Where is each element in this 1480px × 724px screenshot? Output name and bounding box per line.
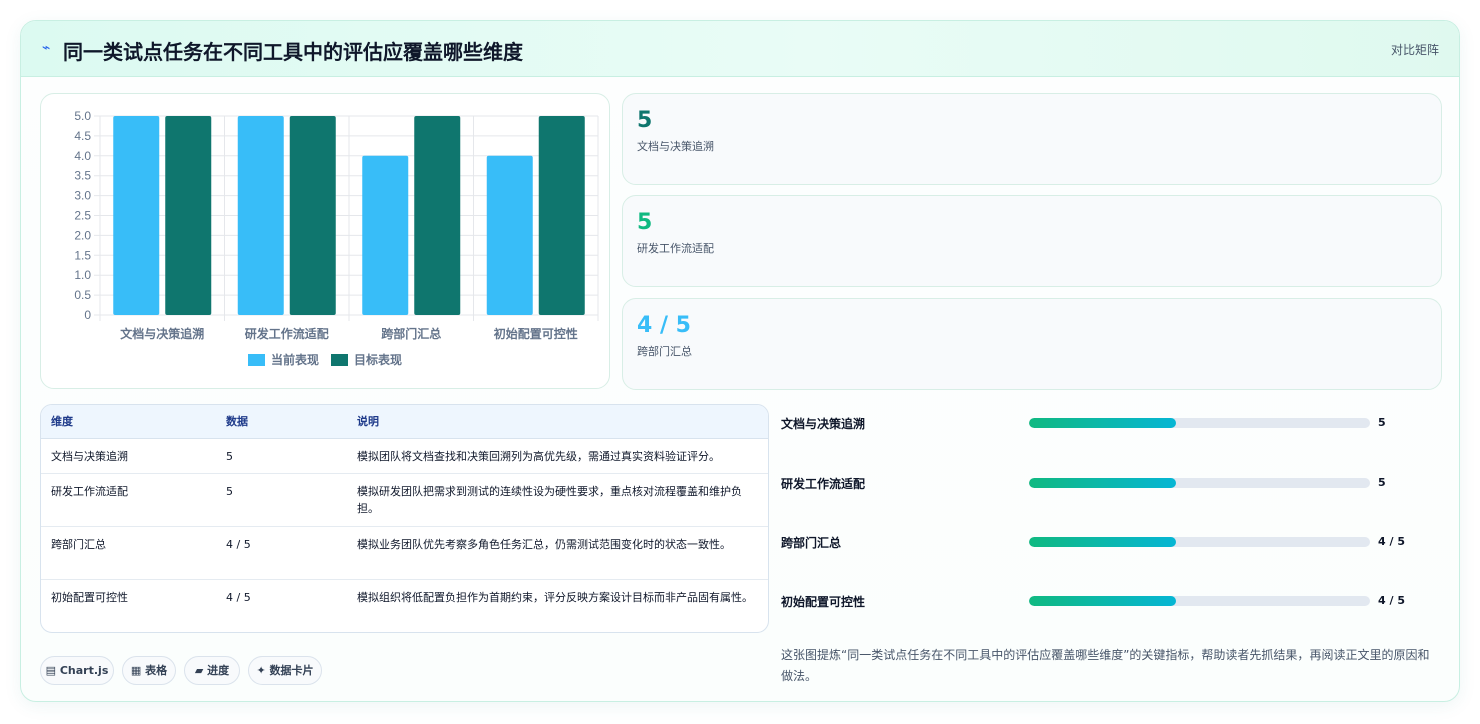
y-tick-label: 2.0 bbox=[74, 228, 91, 242]
y-tick-label: 1.0 bbox=[74, 268, 91, 282]
progress-row-config: 初始配置可控性 4 / 5 bbox=[781, 591, 1441, 611]
tag-table[interactable]: ▦ 表格 bbox=[122, 656, 176, 685]
bar-target bbox=[538, 116, 585, 315]
y-tick-label: 4.0 bbox=[74, 149, 91, 163]
x-tick-label: 跨部门汇总 bbox=[381, 326, 441, 341]
progress-row-workflow: 研发工作流适配 5 bbox=[781, 473, 1441, 493]
legend-label: 目标表现 bbox=[354, 352, 402, 367]
kpi-label: 文档与决策追溯 bbox=[637, 140, 714, 153]
y-tick-label: 5.0 bbox=[74, 109, 91, 123]
progress-label: 研发工作流适配 bbox=[781, 477, 866, 491]
kpi-card-workflow: 5 研发工作流适配 bbox=[622, 195, 1442, 287]
tag-data-card[interactable]: ✦ 数据卡片 bbox=[248, 656, 322, 685]
table-header-row: 维度 数据 说明 bbox=[41, 405, 768, 439]
column-header-data: 数据 bbox=[216, 405, 347, 439]
table-row: 跨部门汇总 4 / 5 模拟业务团队优先考察多角色任务汇总，仍需测试范围变化时的… bbox=[41, 526, 768, 580]
cell-dimension: 初始配置可控性 bbox=[51, 590, 128, 604]
progress-list: 文档与决策追溯 5 研发工作流适配 5 跨部门汇总 4 / 5 初始配置可控性 … bbox=[781, 413, 1441, 633]
progress-fill bbox=[1029, 418, 1176, 428]
progress-value: 4 / 5 bbox=[1378, 535, 1405, 548]
progress-track bbox=[1029, 596, 1370, 606]
progress-label: 文档与决策追溯 bbox=[781, 417, 866, 431]
progress-label: 跨部门汇总 bbox=[781, 536, 842, 550]
table-row: 研发工作流适配 5 模拟研发团队把需求到测试的连续性设为硬性要求，重点核对流程覆… bbox=[41, 473, 768, 527]
page-title: 同一类试点任务在不同工具中的评估应覆盖哪些维度 bbox=[63, 40, 523, 64]
cell-dimension: 文档与决策追溯 bbox=[41, 438, 216, 474]
y-tick-label: 1.5 bbox=[74, 248, 91, 262]
progress-track bbox=[1029, 537, 1370, 547]
kpi-label: 跨部门汇总 bbox=[637, 345, 692, 358]
kpi-card-cross-dept: 4 / 5 跨部门汇总 bbox=[622, 298, 1442, 390]
cell-data: 4 / 5 bbox=[226, 590, 251, 604]
progress-label: 初始配置可控性 bbox=[781, 595, 866, 609]
kpi-value: 5 bbox=[637, 108, 653, 133]
cell-description: 模拟研发团队把需求到测试的连续性设为硬性要求，重点核对流程覆盖和维护负担。 bbox=[347, 473, 768, 527]
cell-data: 4 / 5 bbox=[216, 526, 347, 580]
bar-current bbox=[113, 116, 160, 315]
trend-icon: ⌁ bbox=[42, 40, 51, 56]
tag-label: 进度 bbox=[207, 664, 230, 677]
cell-data: 5 bbox=[216, 438, 347, 474]
table-row: 初始配置可控性 4 / 5 模拟组织将低配置负担作为首期约束，评分反映方案设计目… bbox=[41, 579, 768, 632]
tag-chartjs[interactable]: ▤ Chart.js bbox=[40, 656, 114, 685]
tag-label: Chart.js bbox=[59, 664, 109, 677]
progress-value: 4 / 5 bbox=[1378, 594, 1405, 607]
kpi-label: 研发工作流适配 bbox=[637, 242, 714, 255]
x-tick-label: 研发工作流适配 bbox=[245, 326, 329, 341]
legend-label: 当前表现 bbox=[271, 352, 319, 367]
x-tick-label: 文档与决策追溯 bbox=[120, 326, 204, 341]
column-header-dimension: 维度 bbox=[41, 405, 216, 439]
bar-target bbox=[289, 116, 336, 315]
progress-row-cross-dept: 跨部门汇总 4 / 5 bbox=[781, 532, 1441, 552]
bar-chart-svg: 5.0 4.5 4.0 3.5 3.0 2.5 2.0 1.5 1.0 0.5 0 文档与决策追溯 研发… bbox=[74, 109, 599, 367]
cell-dimension: 研发工作流适配 bbox=[41, 473, 216, 527]
cell-dimension: 跨部门汇总 bbox=[41, 526, 216, 580]
bar-target bbox=[165, 116, 212, 315]
progress-track bbox=[1029, 478, 1370, 488]
y-tick-label: 0.5 bbox=[74, 288, 91, 302]
table-row: 文档与决策追溯 5 模拟团队将文档查找和决策回溯列为高优先级，需通过真实资料验证… bbox=[41, 438, 768, 474]
y-tick-label: 0 bbox=[84, 308, 91, 322]
bar-current bbox=[237, 116, 284, 315]
kpi-card-docs: 5 文档与决策追溯 bbox=[622, 93, 1442, 185]
kpi-value: 4 / 5 bbox=[637, 313, 691, 338]
dimension-table: 维度 数据 说明 文档与决策追溯 5 模拟团队将文档查找和决策回溯列为高优先级，… bbox=[40, 404, 769, 633]
kpi-value: 5 bbox=[637, 210, 653, 235]
legend-swatch bbox=[248, 354, 265, 366]
summary-text: 这张图提炼“同一类试点任务在不同工具中的评估应覆盖哪些维度”的关键指标，帮助读者… bbox=[781, 648, 1430, 683]
progress-value: 5 bbox=[1378, 416, 1386, 429]
tag-label: 数据卡片 bbox=[269, 664, 314, 677]
progress-icon: ▰ bbox=[194, 664, 204, 677]
y-tick-label: 2.5 bbox=[74, 209, 91, 223]
cell-description: 模拟业务团队优先考察多角色任务汇总，仍需测试范围变化时的状态一致性。 bbox=[347, 526, 768, 580]
cell-data: 5 bbox=[216, 473, 347, 527]
y-tick-label: 4.5 bbox=[74, 129, 91, 143]
cell-description: 模拟团队将文档查找和决策回溯列为高优先级，需通过真实资料验证评分。 bbox=[347, 438, 768, 474]
cell-description: 模拟组织将低配置负担作为首期约束，评分反映方案设计目标而非产品固有属性。 bbox=[357, 590, 753, 604]
progress-row-docs: 文档与决策追溯 5 bbox=[781, 413, 1441, 433]
progress-fill bbox=[1029, 596, 1176, 606]
sparkle-icon: ✦ bbox=[256, 664, 266, 677]
bar-target bbox=[414, 116, 461, 315]
progress-value: 5 bbox=[1378, 476, 1386, 489]
progress-track bbox=[1029, 418, 1370, 428]
tag-progress[interactable]: ▰ 进度 bbox=[184, 656, 240, 685]
compare-matrix-link[interactable]: 对比矩阵 bbox=[1391, 41, 1439, 58]
bar-current bbox=[486, 155, 533, 315]
y-tick-label: 3.5 bbox=[74, 169, 91, 183]
column-header-description: 说明 bbox=[347, 405, 768, 439]
x-tick-label: 初始配置可控性 bbox=[494, 326, 578, 341]
report-card: ⌁ 同一类试点任务在不同工具中的评估应覆盖哪些维度 对比矩阵 5.0 4.5 4.0… bbox=[20, 20, 1460, 702]
tag-label: 表格 bbox=[145, 664, 168, 677]
legend-swatch bbox=[331, 354, 348, 366]
bar-current bbox=[362, 155, 409, 315]
bar-chart: 5.0 4.5 4.0 3.5 3.0 2.5 2.0 1.5 1.0 0.5 0 文档与决策追溯 研发… bbox=[40, 93, 610, 389]
card-header: ⌁ 同一类试点任务在不同工具中的评估应覆盖哪些维度 对比矩阵 bbox=[21, 21, 1459, 77]
chart-icon: ▤ bbox=[45, 664, 57, 677]
progress-fill bbox=[1029, 537, 1176, 547]
table-icon: ▦ bbox=[130, 664, 142, 677]
y-tick-label: 3.0 bbox=[74, 189, 91, 203]
progress-fill bbox=[1029, 478, 1176, 488]
